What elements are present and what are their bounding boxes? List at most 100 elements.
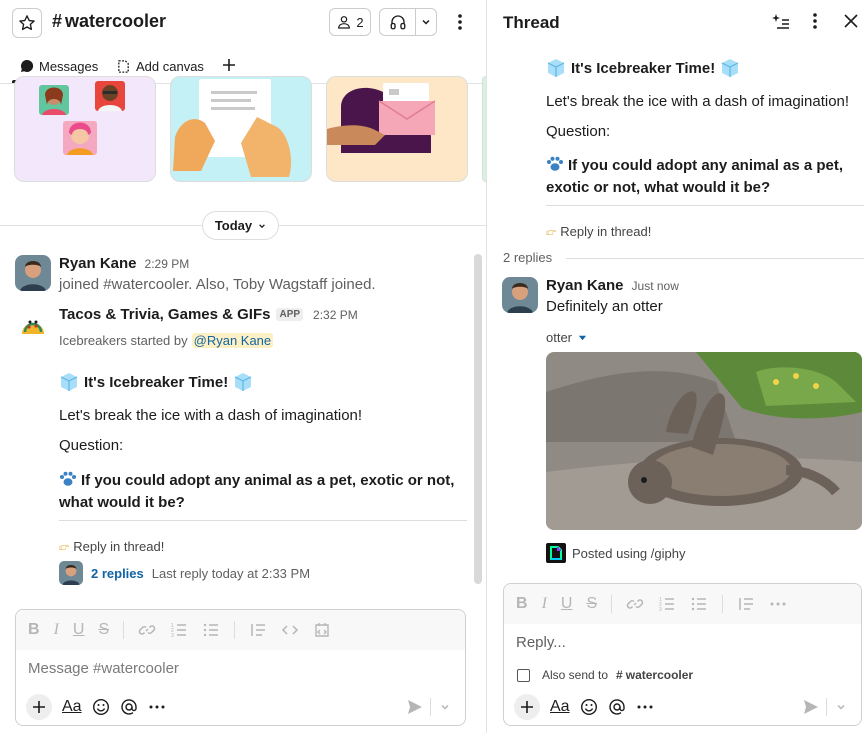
message-divider bbox=[59, 520, 467, 521]
send-options-button[interactable] bbox=[440, 702, 450, 712]
channel-title[interactable]: # watercooler bbox=[52, 11, 166, 32]
code-block-button[interactable] bbox=[313, 621, 331, 639]
more-actions-button[interactable] bbox=[636, 698, 654, 716]
attach-button[interactable] bbox=[514, 694, 540, 720]
replies-link[interactable]: 2 replies bbox=[91, 566, 144, 581]
taco-icon bbox=[22, 320, 44, 334]
italic-button[interactable]: I bbox=[542, 595, 547, 613]
chevron-down-icon bbox=[422, 19, 430, 25]
huddle-button[interactable] bbox=[380, 9, 416, 35]
document-illustration bbox=[173, 79, 292, 177]
underline-button[interactable]: U bbox=[73, 621, 85, 639]
vertical-ellipsis-icon bbox=[813, 13, 817, 29]
mention-button[interactable] bbox=[120, 698, 138, 716]
close-thread-button[interactable] bbox=[843, 13, 859, 29]
welcome-card-document[interactable] bbox=[170, 76, 312, 182]
tab-messages[interactable]: Messages bbox=[20, 57, 98, 75]
formatting-toggle[interactable]: Aa bbox=[62, 698, 82, 716]
link-icon bbox=[626, 599, 644, 609]
huddle-button-group bbox=[379, 8, 437, 36]
scrollbar-thumb[interactable] bbox=[474, 254, 482, 584]
ice-cube-icon bbox=[547, 59, 565, 77]
thread-summarize-button[interactable] bbox=[771, 12, 791, 32]
app-avatar[interactable] bbox=[18, 310, 48, 340]
message-bubble-icon bbox=[20, 59, 34, 72]
italic-button[interactable]: I bbox=[54, 621, 59, 639]
bold-button[interactable]: B bbox=[28, 621, 40, 639]
app-message-header: Tacos & Trivia, Games & GIFs APP 2:32 PM bbox=[59, 306, 358, 323]
otter-gif[interactable] bbox=[546, 352, 862, 530]
send-button[interactable] bbox=[802, 698, 820, 716]
reply-composer: B I U S 123 Reply... Also send to # water… bbox=[503, 583, 862, 726]
pointing-hand-icon: 👉︎ bbox=[546, 223, 557, 239]
close-icon bbox=[844, 14, 858, 28]
invite-illustration bbox=[327, 83, 436, 153]
link-button[interactable] bbox=[626, 595, 644, 613]
reply-header: Ryan Kane Just now bbox=[546, 277, 679, 294]
thread-message-divider bbox=[546, 205, 864, 206]
reply-input[interactable]: Reply... bbox=[516, 634, 566, 651]
toolbar-separator bbox=[234, 621, 236, 639]
vertical-ellipsis-icon bbox=[458, 14, 462, 30]
author-name[interactable]: Ryan Kane bbox=[59, 255, 137, 272]
timestamp[interactable]: Just now bbox=[632, 279, 679, 293]
blockquote-icon bbox=[739, 598, 754, 610]
send-button[interactable] bbox=[406, 698, 424, 716]
smiley-icon bbox=[580, 698, 597, 716]
message-input[interactable]: Message #watercooler bbox=[28, 660, 179, 677]
ice-cube-icon bbox=[721, 59, 739, 77]
avatar[interactable] bbox=[15, 255, 51, 291]
code-block-icon bbox=[315, 623, 329, 637]
emoji-button[interactable] bbox=[92, 698, 110, 716]
attachment-toggle[interactable]: otter bbox=[546, 330, 587, 345]
avatar[interactable] bbox=[502, 277, 538, 313]
emoji-button[interactable] bbox=[580, 698, 598, 716]
link-icon bbox=[138, 625, 156, 635]
link-button[interactable] bbox=[138, 621, 156, 639]
star-button[interactable] bbox=[12, 8, 42, 38]
underline-button[interactable]: U bbox=[561, 595, 573, 613]
thread-summary[interactable]: 2 replies Last reply today at 2:33 PM bbox=[59, 561, 310, 585]
hash-icon: # bbox=[616, 668, 623, 682]
formatting-toggle[interactable]: Aa bbox=[550, 698, 570, 716]
huddle-options-button[interactable] bbox=[416, 9, 436, 35]
app-name[interactable]: Tacos & Trivia, Games & GIFs bbox=[59, 306, 270, 323]
strikethrough-button[interactable]: S bbox=[586, 595, 597, 613]
send-options-button[interactable] bbox=[836, 702, 846, 712]
formatting-toolbar: B I U S 123 bbox=[504, 584, 861, 624]
channel-more-button[interactable] bbox=[450, 10, 470, 34]
also-send-checkbox[interactable] bbox=[517, 668, 530, 682]
blockquote-button[interactable] bbox=[249, 621, 267, 639]
add-tab-button[interactable] bbox=[220, 56, 238, 74]
bullet-list-button[interactable] bbox=[202, 621, 220, 639]
code-icon bbox=[282, 625, 299, 635]
thread-more-button[interactable] bbox=[813, 12, 817, 30]
icebreaker-intro: Let's break the ice with a dash of imagi… bbox=[59, 407, 363, 424]
members-button[interactable]: 2 bbox=[329, 8, 371, 36]
reply-prompt: 👉︎ Reply in thread! bbox=[59, 538, 165, 554]
blockquote-button[interactable] bbox=[737, 595, 755, 613]
chevron-down-icon bbox=[441, 704, 449, 710]
context-line: Icebreakers started by @Ryan Kane bbox=[59, 333, 274, 348]
code-button[interactable] bbox=[281, 621, 299, 639]
star-icon bbox=[19, 15, 35, 31]
tab-add-canvas[interactable]: Add canvas bbox=[116, 57, 204, 75]
welcome-card-people[interactable] bbox=[14, 76, 156, 182]
send-separator bbox=[826, 698, 827, 716]
author-name[interactable]: Ryan Kane bbox=[546, 277, 624, 294]
user-mention[interactable]: @Ryan Kane bbox=[191, 333, 274, 348]
ordered-list-button[interactable]: 123 bbox=[658, 595, 676, 613]
giphy-attribution: Posted using /giphy bbox=[546, 543, 685, 563]
more-actions-button[interactable] bbox=[148, 698, 166, 716]
timestamp[interactable]: 2:29 PM bbox=[145, 257, 190, 271]
welcome-card-invite[interactable] bbox=[326, 76, 468, 182]
bullet-list-button[interactable] bbox=[690, 595, 708, 613]
attach-button[interactable] bbox=[26, 694, 52, 720]
mention-button[interactable] bbox=[608, 698, 626, 716]
timestamp[interactable]: 2:32 PM bbox=[313, 308, 358, 322]
more-formatting-button[interactable] bbox=[769, 595, 787, 613]
strikethrough-button[interactable]: S bbox=[98, 621, 109, 639]
ordered-list-button[interactable]: 123 bbox=[170, 621, 188, 639]
bold-button[interactable]: B bbox=[516, 595, 528, 613]
date-jump-button[interactable]: Today bbox=[202, 211, 279, 240]
